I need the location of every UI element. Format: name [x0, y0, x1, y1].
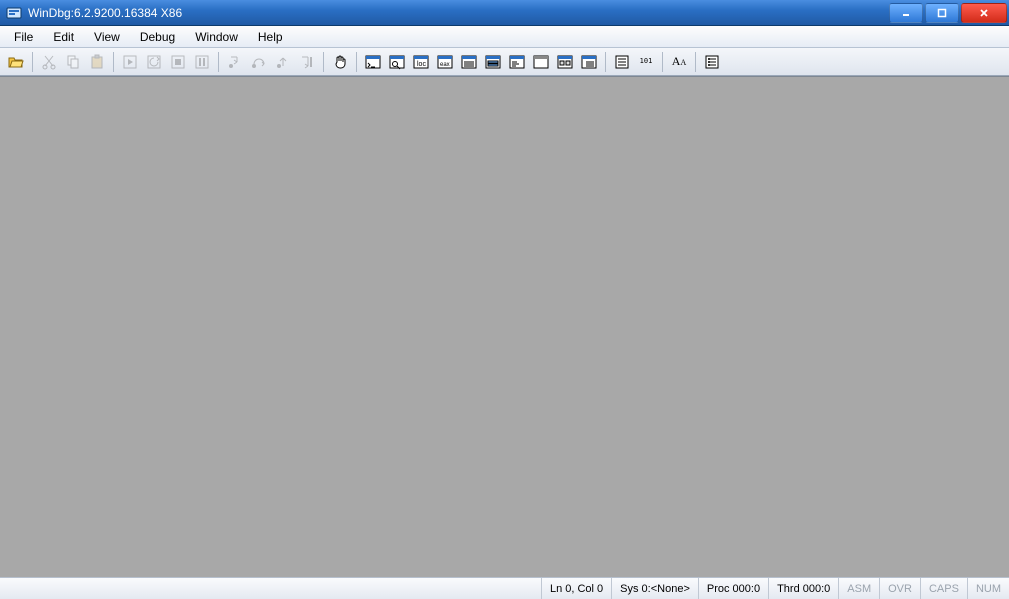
menubar: File Edit View Debug Window Help	[0, 26, 1009, 48]
close-button[interactable]	[961, 3, 1007, 23]
font-button[interactable]: AA	[668, 51, 690, 73]
watch-window-button[interactable]	[386, 51, 408, 73]
svg-text:loc: loc	[417, 61, 426, 68]
toolbar-separator	[113, 52, 114, 72]
minimize-button[interactable]	[889, 3, 923, 23]
step-into-button	[224, 51, 246, 73]
titlebar: WinDbg:6.2.9200.16384 X86	[0, 0, 1009, 26]
source-window-button[interactable]	[578, 51, 600, 73]
menu-debug[interactable]: Debug	[130, 27, 185, 47]
status-lncol: Ln 0, Col 0	[541, 578, 611, 599]
toolbar: loc eax 101 AA	[0, 48, 1009, 76]
disassembly-window-button[interactable]	[506, 51, 528, 73]
step-over-button	[248, 51, 270, 73]
status-num: NUM	[967, 578, 1009, 599]
status-spacer	[0, 578, 541, 599]
scratchpad-window-button[interactable]	[530, 51, 552, 73]
break-button	[191, 51, 213, 73]
workspace	[0, 76, 1009, 577]
hand-button[interactable]	[329, 51, 351, 73]
command-window-button[interactable]	[362, 51, 384, 73]
processes-window-button[interactable]	[554, 51, 576, 73]
restart-button	[143, 51, 165, 73]
stop-button	[167, 51, 189, 73]
svg-text:eax: eax	[440, 62, 450, 68]
status-thrd[interactable]: Thrd 000:0	[768, 578, 838, 599]
menu-help[interactable]: Help	[248, 27, 293, 47]
copy-button	[62, 51, 84, 73]
run-to-cursor-button	[296, 51, 318, 73]
menu-edit[interactable]: Edit	[43, 27, 84, 47]
toolbar-separator	[218, 52, 219, 72]
menu-view[interactable]: View	[84, 27, 130, 47]
source-mode-button[interactable]	[611, 51, 633, 73]
toolbar-separator	[695, 52, 696, 72]
binary-label: 101	[640, 58, 653, 65]
toolbar-separator	[32, 52, 33, 72]
toolbar-separator	[605, 52, 606, 72]
locals-window-button[interactable]: loc	[410, 51, 432, 73]
status-caps: CAPS	[920, 578, 967, 599]
menu-window[interactable]: Window	[185, 27, 248, 47]
callstack-window-button[interactable]	[482, 51, 504, 73]
memory-window-button[interactable]	[458, 51, 480, 73]
binary-mode-button[interactable]: 101	[635, 51, 657, 73]
open-button[interactable]	[5, 51, 27, 73]
step-out-button	[272, 51, 294, 73]
options-button[interactable]	[701, 51, 723, 73]
registers-window-button[interactable]: eax	[434, 51, 456, 73]
statusbar: Ln 0, Col 0 Sys 0:<None> Proc 000:0 Thrd…	[0, 577, 1009, 599]
toolbar-separator	[323, 52, 324, 72]
go-button	[119, 51, 141, 73]
menu-file[interactable]: File	[4, 27, 43, 47]
window-controls	[887, 3, 1007, 23]
toolbar-separator	[662, 52, 663, 72]
paste-button	[86, 51, 108, 73]
toolbar-separator	[356, 52, 357, 72]
status-asm: ASM	[838, 578, 879, 599]
status-ovr: OVR	[879, 578, 920, 599]
app-icon	[6, 5, 22, 21]
status-proc[interactable]: Proc 000:0	[698, 578, 768, 599]
window-title: WinDbg:6.2.9200.16384 X86	[28, 6, 887, 20]
status-sys[interactable]: Sys 0:<None>	[611, 578, 698, 599]
maximize-button[interactable]	[925, 3, 959, 23]
cut-button	[38, 51, 60, 73]
